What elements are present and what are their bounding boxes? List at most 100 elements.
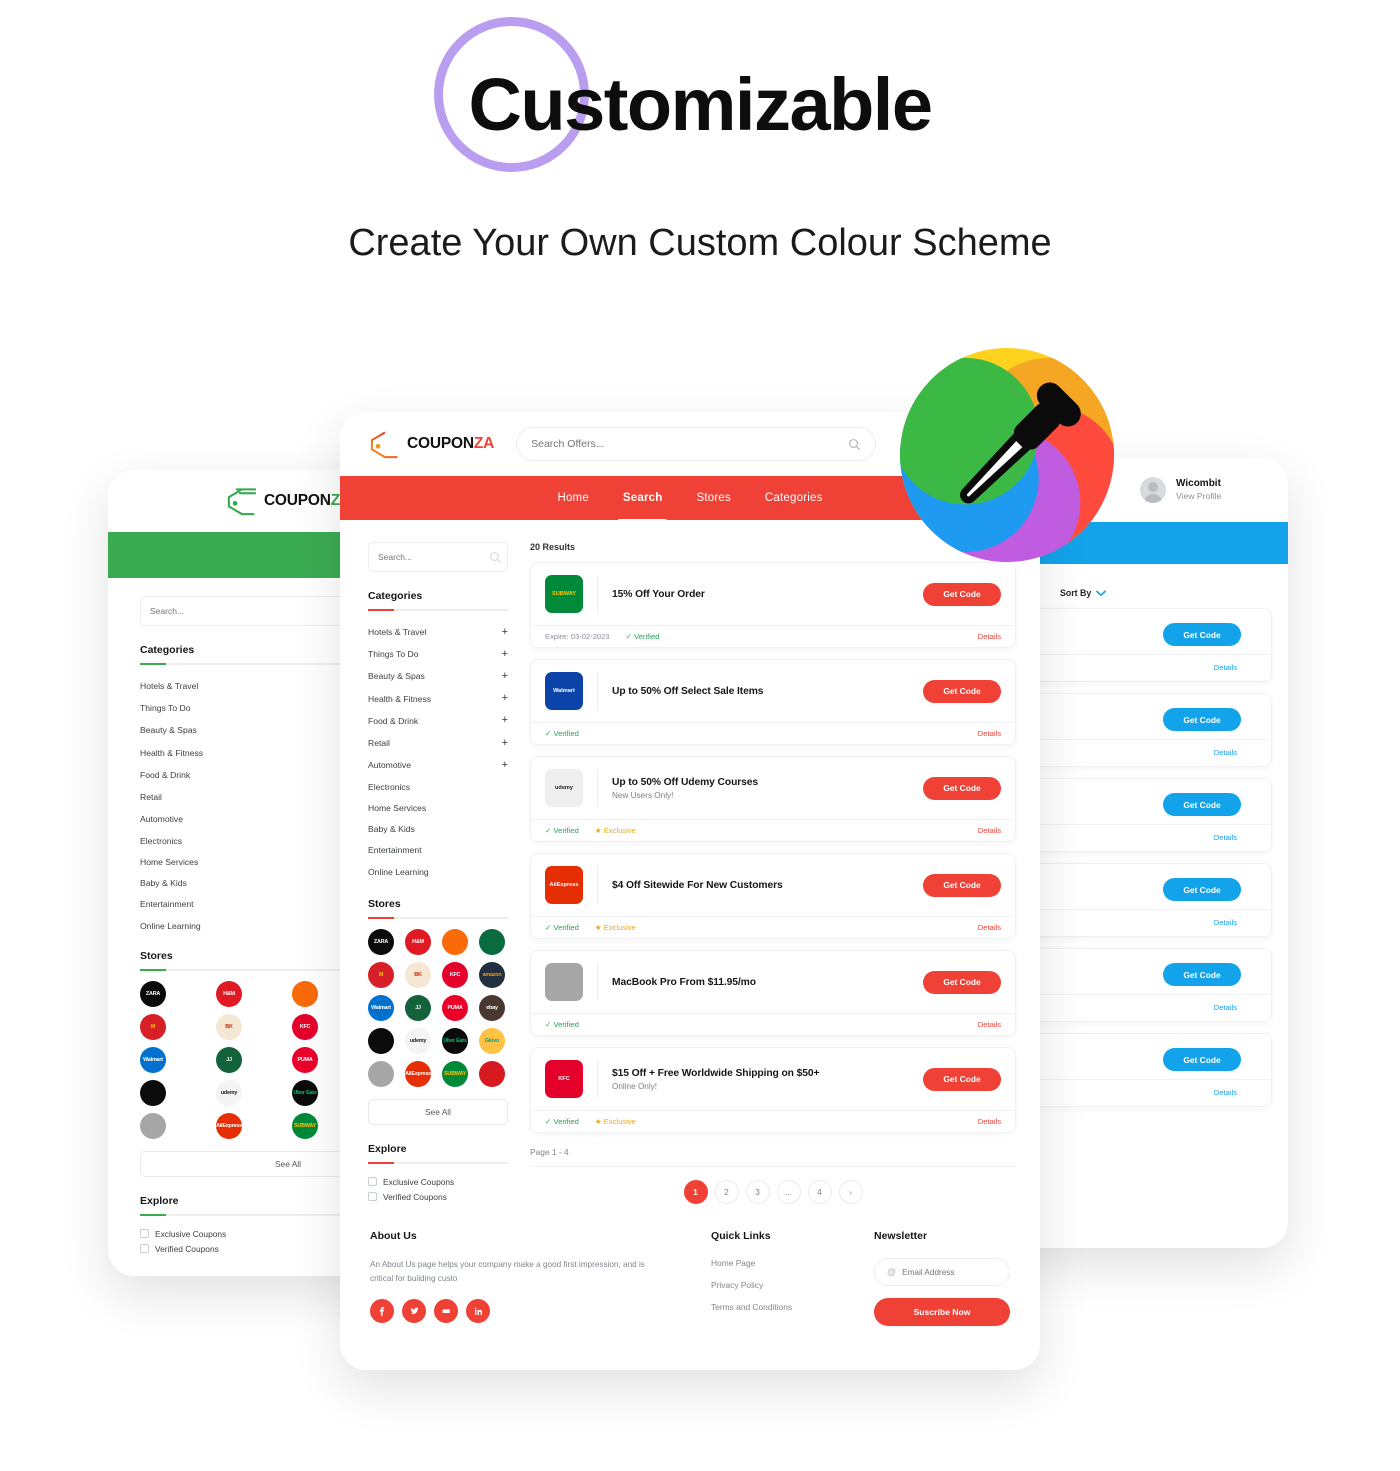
footer-link[interactable]: Home Page <box>711 1258 874 1268</box>
store-chip[interactable]: ZARA <box>140 981 166 1008</box>
category-item[interactable]: Online Learning <box>368 861 508 882</box>
details-link[interactable]: Details <box>1214 663 1237 672</box>
category-item[interactable]: Things To Do + <box>368 643 508 665</box>
nav-item-categories[interactable]: Categories <box>763 480 825 516</box>
pagination-item[interactable]: 2 <box>714 1180 739 1204</box>
search-input[interactable] <box>531 438 849 450</box>
store-chip[interactable] <box>479 1061 505 1088</box>
store-chip[interactable]: ebay <box>479 995 505 1022</box>
get-code-button[interactable]: Get Code <box>1163 963 1241 986</box>
pagination-item[interactable]: ... <box>776 1180 801 1204</box>
store-chip[interactable]: KFC <box>442 962 468 989</box>
pagination-item[interactable]: 1 <box>683 1180 708 1204</box>
expand-icon[interactable]: + <box>502 670 508 682</box>
see-all-stores-button[interactable]: See All <box>368 1099 508 1126</box>
store-chip[interactable]: AliExpress <box>405 1061 431 1088</box>
get-code-button[interactable]: Get Code <box>923 970 1001 994</box>
details-link[interactable]: Details <box>978 729 1001 738</box>
store-chip[interactable]: udemy <box>405 1028 431 1055</box>
store-chip[interactable] <box>368 1061 394 1088</box>
coupon-card[interactable]: MacBook Pro From $11.95/mo Get Code ✓ Veri… <box>530 950 1016 1036</box>
footer-link[interactable]: Privacy Policy <box>711 1280 874 1290</box>
store-chip[interactable]: PUMA <box>292 1047 318 1074</box>
store-chip[interactable] <box>368 1028 394 1055</box>
store-chip[interactable]: SUBWAY <box>292 1113 318 1140</box>
store-chip[interactable]: H&M <box>405 929 431 956</box>
store-chip[interactable]: JJ <box>216 1047 242 1074</box>
store-chip[interactable]: Walmart <box>140 1047 166 1074</box>
category-item[interactable]: Food & Drink + <box>368 710 508 732</box>
expand-icon[interactable]: + <box>502 648 508 660</box>
category-item[interactable]: Baby & Kids <box>368 819 508 840</box>
search-icon[interactable] <box>489 551 502 564</box>
newsletter-email-box[interactable]: @ <box>874 1258 1013 1287</box>
email-field[interactable] <box>902 1267 1013 1277</box>
nav-item-search[interactable]: Search <box>617 480 668 522</box>
get-code-button[interactable]: Get Code <box>923 679 1001 703</box>
store-chip[interactable] <box>442 929 468 956</box>
store-chip[interactable] <box>292 981 318 1008</box>
category-item[interactable]: Electronics <box>368 776 508 797</box>
profile-view-link[interactable]: View Profile <box>1176 491 1221 502</box>
category-item[interactable]: Entertainment <box>368 840 508 861</box>
checkbox[interactable] <box>368 1192 377 1202</box>
get-code-button[interactable]: Get Code <box>1163 878 1241 901</box>
linkedin-icon[interactable] <box>466 1299 490 1324</box>
get-code-button[interactable]: Get Code <box>1163 708 1241 731</box>
expand-icon[interactable]: + <box>502 693 508 704</box>
youtube-icon[interactable] <box>434 1299 458 1324</box>
search-icon[interactable] <box>848 438 861 451</box>
sidebar-search[interactable] <box>368 542 508 572</box>
category-item[interactable]: Beauty & Spas + <box>368 665 508 687</box>
details-link[interactable]: Details <box>978 632 1001 641</box>
details-link[interactable]: Details <box>1214 1003 1237 1012</box>
get-code-button[interactable]: Get Code <box>1163 1048 1241 1071</box>
store-chip[interactable]: M <box>368 962 394 989</box>
explore-filter-row[interactable]: Verified Coupons <box>368 1189 508 1204</box>
footer-link[interactable]: Terms and Conditions <box>711 1302 874 1312</box>
header-search-box[interactable] <box>516 427 877 461</box>
details-link[interactable]: Details <box>1214 1088 1237 1097</box>
expand-icon[interactable]: + <box>502 759 508 771</box>
get-code-button[interactable]: Get Code <box>1163 623 1241 646</box>
pagination-item[interactable]: 3 <box>745 1180 770 1204</box>
store-chip[interactable]: PUMA <box>442 995 468 1022</box>
details-link[interactable]: Details <box>1214 918 1237 927</box>
store-chip[interactable]: SUBWAY <box>442 1061 468 1088</box>
store-chip[interactable]: ZARA <box>368 929 394 956</box>
get-code-button[interactable]: Get Code <box>923 873 1001 897</box>
details-link[interactable]: Details <box>978 1117 1001 1126</box>
facebook-icon[interactable] <box>370 1299 394 1324</box>
category-item[interactable]: Hotels & Travel + <box>368 621 508 643</box>
expand-icon[interactable]: + <box>502 737 508 749</box>
store-chip[interactable]: AliExpress <box>216 1113 242 1140</box>
subscribe-button[interactable]: Suscribe Now <box>874 1298 1010 1327</box>
store-chip[interactable]: Glovo <box>479 1028 505 1055</box>
coupon-card[interactable]: AliExpress $4 Off Sitewide For New Custom… <box>530 853 1016 939</box>
coupon-card[interactable]: udemy Up to 50% Off Udemy Courses New User… <box>530 756 1016 842</box>
category-item[interactable]: Health & Fitness + <box>368 688 508 710</box>
category-item[interactable]: Automotive + <box>368 754 508 776</box>
brand-logo-green[interactable]: COUPONZA <box>225 486 351 516</box>
store-chip[interactable]: BK <box>405 962 431 989</box>
store-chip[interactable] <box>479 929 505 956</box>
get-code-button[interactable]: Get Code <box>923 776 1001 800</box>
get-code-button[interactable]: Get Code <box>923 582 1001 606</box>
store-chip[interactable]: Walmart <box>368 995 394 1022</box>
sidebar-search-input[interactable] <box>378 552 489 562</box>
explore-filter-row[interactable]: Exclusive Coupons <box>368 1174 508 1189</box>
store-chip[interactable] <box>140 1080 166 1107</box>
pagination-item[interactable]: 4 <box>807 1180 832 1204</box>
coupon-card[interactable]: KFC $15 Off + Free Worldwide Shipping on … <box>530 1047 1016 1133</box>
brand-logo[interactable]: COUPONZA <box>368 429 494 459</box>
coupon-card[interactable]: SUBWAY 15% Off Your Order Get Code Expire: … <box>530 562 1016 648</box>
details-link[interactable]: Details <box>978 923 1001 932</box>
details-link[interactable]: Details <box>1214 748 1237 757</box>
coupon-card[interactable]: Walmart Up to 50% Off Select Sale Items Ge… <box>530 659 1016 745</box>
store-chip[interactable] <box>140 1113 166 1140</box>
get-code-button[interactable]: Get Code <box>923 1067 1001 1091</box>
store-chip[interactable]: JJ <box>405 995 431 1022</box>
store-chip[interactable]: Uber Eats <box>292 1080 318 1107</box>
checkbox[interactable] <box>140 1244 149 1254</box>
get-code-button[interactable]: Get Code <box>1163 793 1241 816</box>
